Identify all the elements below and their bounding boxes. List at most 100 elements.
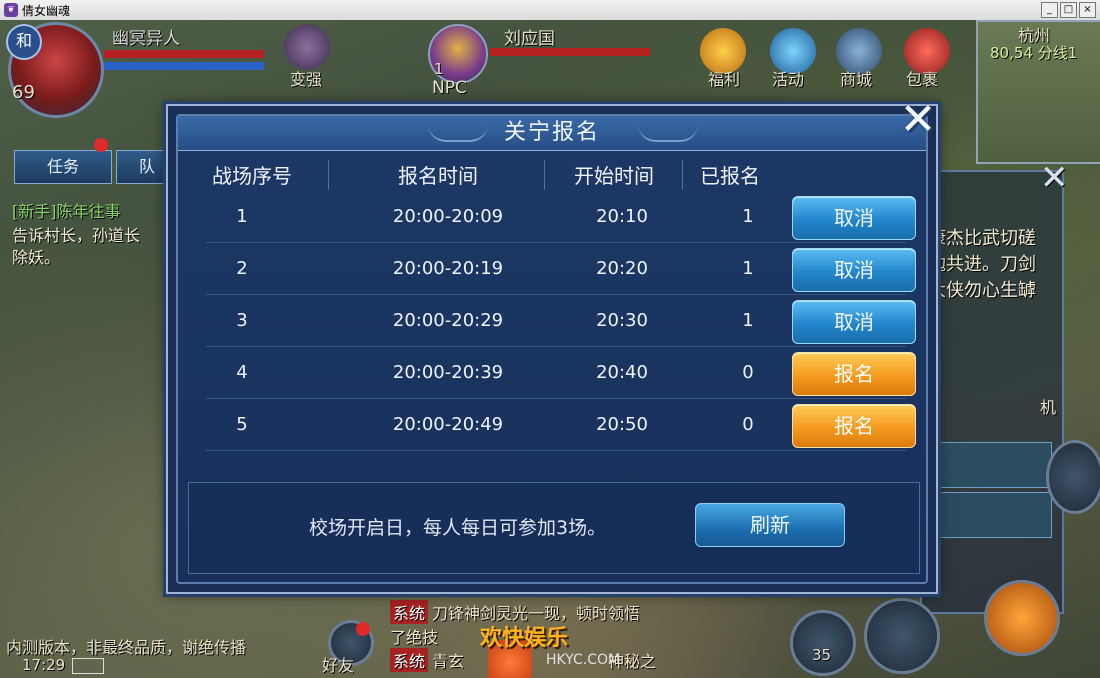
- header-ornament-left-icon: [428, 124, 488, 142]
- col-header-index: 战场序号: [212, 164, 292, 188]
- target-hp-bar: [490, 48, 650, 56]
- player-mp-bar: [104, 62, 264, 70]
- build-notice: 内测版本，非最终品质，谢绝传播: [6, 638, 247, 657]
- dialog-footer: 校场开启日，每人每日可参加3场。 刷新: [188, 482, 920, 574]
- signup-button[interactable]: 报名: [792, 352, 916, 396]
- row-index: 5: [236, 414, 248, 435]
- watermark-sub: HKYC.COM: [546, 652, 621, 668]
- participation-note: 校场开启日，每人每日可参加3场。: [309, 517, 607, 539]
- row-signup-time: 20:00-20:39: [392, 362, 504, 383]
- row-start-time: 20:40: [596, 362, 648, 383]
- col-header-registered: 已报名: [700, 164, 760, 188]
- minimize-button[interactable]: _: [1041, 2, 1058, 18]
- skill-3-icon[interactable]: [984, 580, 1060, 656]
- dialog-title: 关宁报名: [503, 120, 600, 145]
- dialog-header: 关宁报名: [178, 116, 926, 151]
- window-title: 倩女幽魂: [22, 3, 71, 18]
- chat-system-tag-2: 系统: [390, 648, 429, 672]
- row-index: 4: [236, 362, 248, 383]
- table-row: 3 20:00-20:29 20:30 1 取消: [206, 296, 916, 347]
- row-signup-time: 20:00-20:19: [392, 258, 504, 279]
- row-start-time: 20:20: [596, 258, 648, 279]
- chat-line-3: 系统 青玄: [390, 648, 464, 672]
- right-side-panel: 康杰比武切磋 勉共进。刀剑 大侠勿心生罅 机: [920, 170, 1064, 614]
- player-name: 幽冥异人: [112, 29, 180, 49]
- col-separator: [544, 160, 545, 190]
- row-start-time: 20:50: [596, 414, 648, 435]
- row-registered: 1: [742, 310, 754, 331]
- col-separator: [328, 160, 329, 190]
- maximize-button[interactable]: □: [1060, 2, 1077, 18]
- minimap[interactable]: 杭州 80,54 分线1: [976, 20, 1100, 164]
- signup-button[interactable]: 报名: [792, 404, 916, 448]
- activity-label: 活动: [772, 70, 805, 89]
- row-signup-time: 20:00-20:29: [392, 310, 504, 331]
- signup-dialog: 关宁报名 战场序号 报名时间 开始时间 已报名 1 20:00-20:09 20…: [166, 98, 938, 594]
- right-text-3: 大侠勿心生罅: [928, 280, 1036, 301]
- window-controls: _ □ ×: [1041, 2, 1096, 18]
- row-signup-time: 20:00-20:09: [392, 206, 504, 227]
- faction-badge: 和: [6, 24, 42, 60]
- right-text-2: 勉共进。刀剑: [928, 254, 1036, 275]
- chat-system-tag: 系统: [390, 600, 429, 624]
- chat-text-3: 青玄: [432, 652, 465, 671]
- right-option-1[interactable]: [930, 442, 1052, 488]
- row-signup-time: 20:00-20:49: [392, 414, 504, 435]
- friends-alert-dot: [356, 622, 370, 636]
- row-index: 1: [236, 206, 248, 227]
- target-tag: NPC: [432, 78, 467, 98]
- skill-2-icon[interactable]: [864, 598, 940, 674]
- quest-desc-1: 告诉村长，孙道长: [12, 226, 141, 245]
- col-separator: [682, 160, 683, 190]
- refresh-button[interactable]: 刷新: [695, 503, 845, 547]
- close-icon[interactable]: ✕: [896, 98, 940, 144]
- task-alert-dot: [94, 138, 108, 152]
- player-hp-bar: [104, 50, 264, 58]
- strengthen-label: 变强: [290, 70, 323, 89]
- player-level: 69: [12, 82, 35, 103]
- cancel-button[interactable]: 取消: [792, 248, 916, 292]
- col-header-start-time: 开始时间: [574, 164, 654, 188]
- cancel-button[interactable]: 取消: [792, 300, 916, 344]
- welfare-label: 福利: [708, 70, 741, 89]
- right-panel-close-icon[interactable]: ✕: [1040, 158, 1069, 198]
- table-row: 5 20:00-20:49 20:50 0 报名: [206, 400, 916, 451]
- quest-title[interactable]: [新手]陈年往事: [12, 198, 121, 222]
- map-coords: 80,54 分线1: [990, 44, 1078, 62]
- row-registered: 1: [742, 206, 754, 227]
- skill-count: 35: [812, 646, 832, 664]
- row-registered: 0: [742, 414, 754, 435]
- quest-desc-2: 除妖。: [12, 248, 61, 267]
- cancel-button[interactable]: 取消: [792, 196, 916, 240]
- tab-task[interactable]: 任务: [14, 150, 112, 184]
- row-start-time: 20:30: [596, 310, 648, 331]
- target-name: 刘应国: [504, 29, 555, 49]
- skill-1-icon[interactable]: [790, 610, 856, 676]
- row-start-time: 20:10: [596, 206, 648, 227]
- target-level: 1: [434, 60, 444, 78]
- window-close-button[interactable]: ×: [1079, 2, 1096, 18]
- dialog-body: 关宁报名 战场序号 报名时间 开始时间 已报名 1 20:00-20:09 20…: [176, 114, 928, 584]
- row-registered: 1: [742, 258, 754, 279]
- row-index: 3: [236, 310, 248, 331]
- row-index: 2: [236, 258, 248, 279]
- table-row: 2 20:00-20:19 20:20 1 取消: [206, 244, 916, 295]
- battery-icon: [72, 658, 104, 674]
- right-label: 机: [1040, 398, 1057, 417]
- clock: 17:29: [22, 656, 66, 674]
- friends-label: 好友: [322, 656, 355, 675]
- right-option-2[interactable]: [930, 492, 1052, 538]
- skill-4-icon[interactable]: [1046, 440, 1100, 514]
- battlefield-table: 战场序号 报名时间 开始时间 已报名 1 20:00-20:09 20:10 1…: [192, 152, 918, 452]
- header-ornament-right-icon: [638, 124, 698, 142]
- strengthen-icon[interactable]: [284, 24, 330, 70]
- watermark-text: 欢快娱乐: [480, 626, 569, 651]
- bag-label: 包裹: [906, 70, 939, 89]
- table-row: 4 20:00-20:39 20:40 0 报名: [206, 348, 916, 399]
- right-text-1: 康杰比武切磋: [928, 228, 1036, 249]
- window-titlebar: ❦ 倩女幽魂 _ □ ×: [0, 0, 1100, 21]
- app-icon: ❦: [4, 3, 18, 17]
- chat-line-2: 了绝技: [390, 628, 439, 647]
- table-row: 1 20:00-20:09 20:10 1 取消: [206, 192, 916, 243]
- shop-label: 商城: [840, 70, 873, 89]
